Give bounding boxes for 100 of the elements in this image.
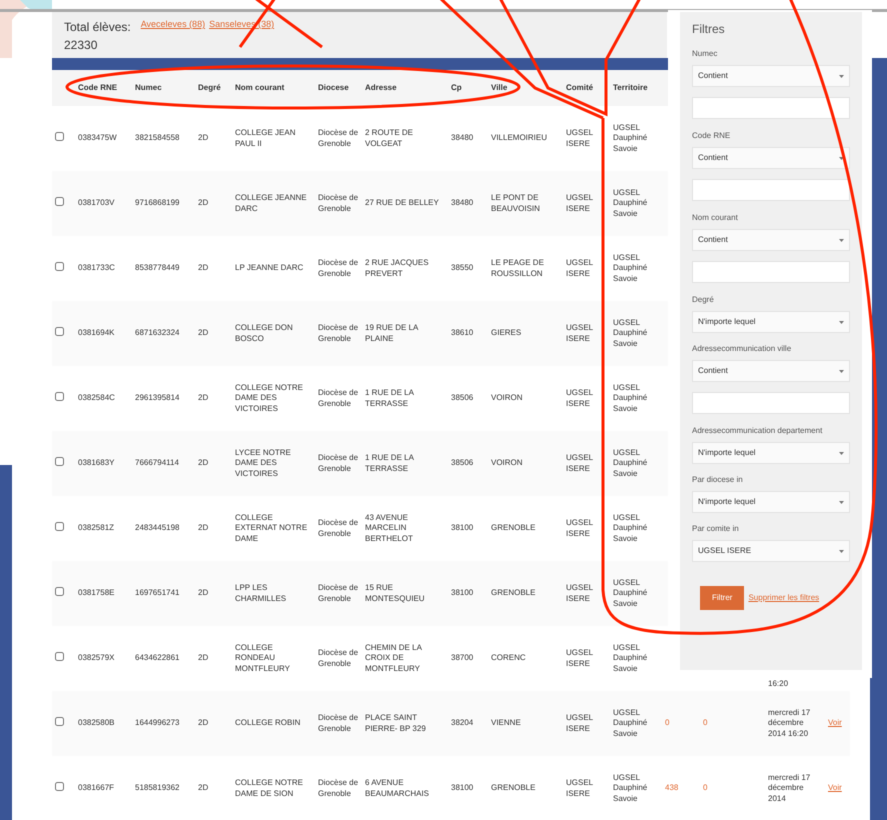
filter-label: Numec — [692, 48, 718, 60]
row-checkbox[interactable] — [55, 782, 64, 792]
row-checkbox[interactable] — [55, 327, 64, 336]
column-header[interactable]: Adresse — [365, 83, 397, 92]
table-cell: LPP LES CHARMILLES — [235, 583, 286, 602]
table-cell: UGSEL ISERE — [566, 518, 593, 538]
table-cell: UGSEL Dauphiné Savoie — [613, 382, 648, 413]
row-checkbox[interactable] — [55, 652, 64, 662]
table-cell: 38506 — [451, 393, 474, 402]
table-cell: 38100 — [451, 588, 474, 598]
table-cell: Diocèse de Grenoble — [318, 258, 358, 278]
table-cell: 1644996273 — [135, 718, 180, 728]
column-header[interactable]: Degré — [198, 83, 221, 92]
table-cell: 1697651741 — [135, 588, 180, 598]
row-checkbox[interactable] — [55, 522, 64, 532]
table-cell: GIERES — [491, 328, 522, 338]
total-value: 22330 — [64, 37, 98, 54]
row-checkbox[interactable] — [55, 132, 64, 142]
filter-select[interactable]: N'importe lequel — [692, 311, 850, 333]
column-header[interactable]: Ville — [491, 83, 508, 92]
table-cell: UGSEL Dauphiné Savoie — [613, 188, 648, 218]
table-cell: UGSEL ISERE — [566, 388, 593, 408]
table-cell: 38480 — [451, 133, 474, 142]
table-cell: 5185819362 — [135, 783, 180, 792]
row-checkbox[interactable] — [55, 587, 64, 596]
caret-icon — [839, 238, 844, 242]
filter-select[interactable]: Contient — [692, 65, 850, 87]
table-cell: 19 RUE DE LA PLAINE — [365, 323, 418, 342]
column-header[interactable]: Comité — [566, 83, 594, 92]
filter-label: Par diocese in — [692, 474, 744, 486]
table-cell: GRENOBLE — [491, 588, 536, 598]
table-cell: 27 RUE DE BELLEY — [365, 198, 439, 208]
row-checkbox[interactable] — [55, 197, 64, 206]
filter-input[interactable] — [692, 179, 850, 201]
table-cell: UGSEL ISERE — [566, 193, 593, 212]
column-header[interactable]: Diocese — [318, 83, 349, 92]
filter-input[interactable] — [692, 261, 850, 283]
table-cell: 7666794114 — [135, 458, 179, 468]
table-cell: 2D — [198, 458, 208, 468]
column-header[interactable]: Numec — [135, 83, 162, 92]
filter-select[interactable]: N'importe lequel — [692, 491, 850, 513]
row-checkbox[interactable] — [55, 392, 64, 402]
column-header[interactable]: Code RNE — [78, 83, 118, 92]
filter-select[interactable]: Contient — [692, 147, 850, 169]
count-cell: 0 — [703, 783, 708, 792]
table-cell: 38506 — [451, 458, 474, 468]
column-header[interactable]: Territoire — [613, 83, 648, 92]
table-cell: 38100 — [451, 523, 474, 532]
filter-label: Adressecommunication ville — [692, 343, 792, 355]
table-cell: UGSEL ISERE — [566, 778, 593, 798]
column-header[interactable]: Nom courant — [235, 83, 284, 92]
table-cell: UGSEL Dauphiné Savoie — [613, 318, 648, 348]
table-cell: UGSEL ISERE — [566, 128, 593, 148]
row-checkbox[interactable] — [55, 457, 64, 466]
caret-icon — [839, 550, 844, 552]
table-cell: 2D — [198, 133, 208, 142]
table-cell: 1 RUE DE LA TERRASSE — [365, 388, 414, 408]
table-cell: COLLEGE RONDEAU MONTFLEURY — [235, 642, 290, 673]
table-cell: 38480 — [451, 198, 474, 208]
table-cell: UGSEL Dauphiné Savoie — [613, 512, 648, 543]
table-cell: CHEMIN DE LA CROIX DE MONTFLEURY — [365, 642, 422, 673]
filter-select[interactable]: N'importe lequel — [692, 442, 850, 464]
table-cell: UGSEL ISERE — [566, 453, 593, 472]
table-cell: 2D — [198, 198, 208, 208]
table-cell: UGSEL Dauphiné Savoie — [613, 448, 648, 478]
row-checkbox[interactable] — [55, 262, 64, 272]
column-header[interactable]: Cp — [451, 83, 462, 92]
filter-select[interactable]: Contient — [692, 360, 850, 382]
filter-select[interactable]: UGSEL ISERE — [692, 540, 850, 562]
table-cell: Diocèse de Grenoble — [318, 648, 358, 668]
table-cell: UGSEL Dauphiné Savoie — [613, 708, 648, 738]
table-cell: VOIRON — [491, 458, 523, 468]
table-cell: CORENC — [491, 653, 526, 662]
count-cell: 0 — [665, 718, 670, 728]
table-cell: COLLEGE DON BOSCO — [235, 323, 293, 342]
table-cell: 38550 — [451, 263, 474, 272]
table-cell: COLLEGE JEANNE DARC — [235, 193, 307, 212]
filter-title: Filtres — [692, 21, 726, 38]
filter-input[interactable] — [692, 392, 850, 414]
table-cell: COLLEGE NOTRE DAME DES VICTOIRES — [235, 382, 304, 413]
caret-icon — [839, 74, 844, 78]
filter-input[interactable] — [692, 97, 850, 119]
table-cell: LYCEE NOTRE DAME DES VICTOIRES — [235, 448, 291, 478]
filter-label: Code RNE — [692, 130, 732, 142]
table-cell: 0382579X — [78, 653, 114, 662]
filter-label: Degré — [692, 294, 715, 306]
table-cell: Diocèse de Grenoble — [318, 583, 358, 602]
filter-select[interactable]: Contient — [692, 229, 850, 251]
table-cell: 2D — [198, 263, 208, 272]
row-checkbox[interactable] — [55, 717, 64, 726]
table-cell: Diocèse de Grenoble — [318, 128, 358, 148]
table-cell: 38610 — [451, 328, 474, 338]
table-cell: 0382580B — [78, 718, 114, 728]
table-cell: UGSEL ISERE — [566, 323, 593, 342]
table-cell: UGSEL Dauphiné Savoie — [613, 252, 648, 283]
table-cell: Diocèse de Grenoble — [318, 388, 358, 408]
date-cell: 16:20 — [768, 678, 788, 688]
table-cell: 0382584C — [78, 393, 115, 402]
table-cell: 9716868199 — [135, 198, 180, 208]
table-cell: 0381758E — [78, 588, 114, 598]
